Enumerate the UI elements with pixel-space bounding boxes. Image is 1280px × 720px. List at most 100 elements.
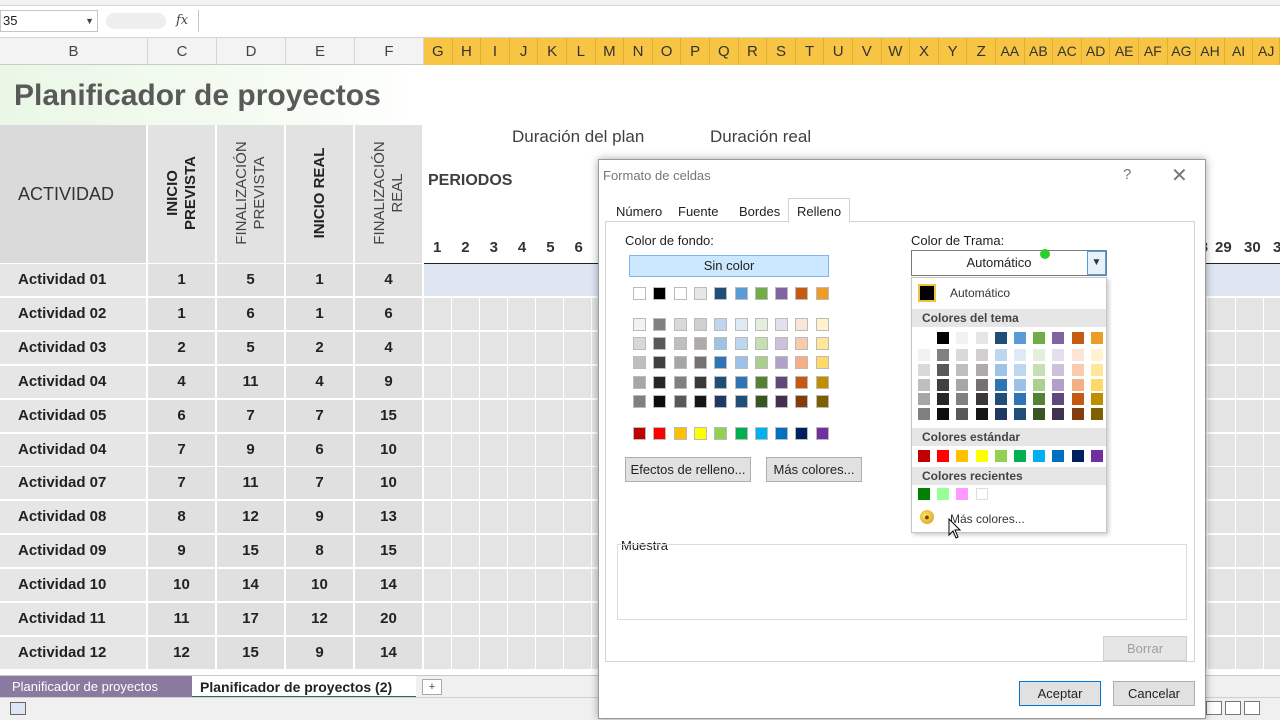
theme-color-swatch[interactable] [1014, 332, 1026, 344]
color-swatch[interactable] [775, 394, 789, 408]
color-swatch[interactable] [815, 318, 829, 331]
color-swatch[interactable] [633, 375, 646, 389]
inicio-real-cell[interactable]: 7 [286, 399, 355, 432]
activity-name-cell[interactable]: Actividad 01 [0, 264, 148, 296]
activity-name-cell[interactable]: Actividad 04 [0, 433, 148, 466]
column-header[interactable]: J [509, 38, 539, 65]
theme-color-swatch[interactable] [1071, 408, 1084, 421]
theme-color-swatch[interactable] [1033, 408, 1046, 421]
theme-color-swatch[interactable] [1052, 408, 1065, 421]
column-header[interactable]: I [481, 38, 510, 65]
color-swatch[interactable] [693, 318, 707, 331]
inicio-real-cell[interactable]: 7 [286, 467, 355, 500]
theme-color-swatch[interactable] [956, 332, 969, 344]
standard-color-swatch[interactable] [937, 450, 950, 462]
theme-color-swatch[interactable] [918, 408, 930, 421]
inicio-prevista-cell[interactable]: 4 [148, 365, 217, 398]
theme-color-swatch[interactable] [975, 378, 988, 391]
color-swatch[interactable] [693, 287, 707, 300]
page-layout-icon[interactable] [1225, 701, 1241, 715]
fin-prevista-cell[interactable]: 6 [217, 297, 286, 330]
inicio-prevista-cell[interactable]: 8 [148, 501, 217, 534]
inicio-real-cell[interactable]: 9 [286, 636, 355, 669]
theme-color-swatch[interactable] [994, 363, 1007, 376]
tab-relleno[interactable]: Relleno [788, 198, 851, 223]
theme-color-swatch[interactable] [918, 332, 930, 344]
color-swatch[interactable] [734, 394, 748, 408]
theme-color-swatch[interactable] [956, 363, 969, 376]
theme-color-swatch[interactable] [975, 349, 988, 361]
theme-color-swatch[interactable] [1090, 408, 1103, 421]
column-header[interactable]: W [881, 38, 911, 65]
automatic-color-option[interactable]: Automático [950, 286, 1010, 300]
color-swatch[interactable] [775, 287, 789, 300]
column-header[interactable]: S [767, 38, 796, 65]
fin-prevista-cell[interactable]: 11 [217, 467, 286, 500]
fin-prevista-cell[interactable]: 14 [217, 569, 286, 602]
color-swatch[interactable] [734, 427, 748, 440]
column-header[interactable]: O [652, 38, 682, 65]
color-swatch[interactable] [714, 394, 728, 408]
fin-real-cell[interactable]: 10 [355, 433, 424, 466]
inicio-prevista-cell[interactable]: 2 [148, 331, 217, 364]
fin-prevista-cell[interactable]: 5 [217, 264, 286, 296]
activity-name-cell[interactable]: Actividad 05 [0, 399, 148, 432]
theme-color-swatch[interactable] [1052, 332, 1065, 344]
color-swatch[interactable] [693, 356, 707, 370]
theme-color-swatch[interactable] [1071, 332, 1084, 344]
theme-color-swatch[interactable] [918, 363, 930, 376]
name-box[interactable]: 35 ▼ [0, 10, 98, 32]
color-swatch[interactable] [714, 287, 728, 300]
color-swatch[interactable] [673, 337, 687, 351]
theme-color-swatch[interactable] [956, 408, 969, 421]
color-swatch[interactable] [795, 427, 809, 440]
activity-name-cell[interactable]: Actividad 08 [0, 501, 148, 534]
standard-color-swatch[interactable] [1071, 450, 1084, 462]
column-header[interactable]: AJ [1253, 38, 1280, 65]
theme-color-swatch[interactable] [1033, 363, 1046, 376]
column-header[interactable]: V [853, 38, 882, 65]
fin-real-cell[interactable]: 14 [355, 636, 424, 669]
column-header[interactable]: T [795, 38, 825, 65]
standard-color-swatch[interactable] [1033, 450, 1046, 462]
column-header[interactable]: Y [938, 38, 968, 65]
fin-prevista-cell[interactable]: 12 [217, 501, 286, 534]
activity-name-cell[interactable]: Actividad 10 [0, 569, 148, 602]
theme-color-swatch[interactable] [1033, 393, 1046, 406]
theme-color-swatch[interactable] [1014, 408, 1026, 421]
column-header[interactable]: D [217, 38, 286, 65]
inicio-real-cell[interactable]: 1 [286, 264, 355, 296]
theme-color-swatch[interactable] [975, 332, 988, 344]
color-swatch[interactable] [795, 318, 809, 331]
inicio-prevista-cell[interactable]: 10 [148, 569, 217, 602]
color-swatch[interactable] [754, 287, 768, 300]
color-swatch[interactable] [754, 356, 768, 370]
color-swatch[interactable] [734, 375, 748, 389]
tab-numero[interactable]: Número [616, 204, 662, 219]
theme-color-swatch[interactable] [1090, 393, 1103, 406]
fin-prevista-cell[interactable]: 15 [217, 636, 286, 669]
inicio-prevista-cell[interactable]: 12 [148, 636, 217, 669]
theme-color-swatch[interactable] [1014, 378, 1026, 391]
color-swatch[interactable] [815, 287, 829, 300]
theme-color-swatch[interactable] [994, 408, 1007, 421]
recent-color-swatch[interactable] [937, 488, 950, 500]
color-swatch[interactable] [734, 287, 748, 300]
inicio-real-cell[interactable]: 2 [286, 331, 355, 364]
inicio-prevista-cell[interactable]: 7 [148, 433, 217, 466]
sin-color-button[interactable]: Sin color [629, 255, 829, 277]
column-header[interactable]: F [355, 38, 424, 65]
ok-button[interactable]: Aceptar [1019, 681, 1101, 706]
fin-prevista-cell[interactable]: 7 [217, 399, 286, 432]
standard-color-swatch[interactable] [1014, 450, 1026, 462]
fin-prevista-cell[interactable]: 11 [217, 365, 286, 398]
theme-color-swatch[interactable] [1052, 378, 1065, 391]
column-header[interactable]: AE [1110, 38, 1139, 65]
activity-name-cell[interactable]: Actividad 02 [0, 297, 148, 330]
color-swatch[interactable] [714, 337, 728, 351]
color-swatch[interactable] [734, 356, 748, 370]
normal-view-icon[interactable] [1206, 701, 1222, 715]
fin-real-cell[interactable]: 15 [355, 535, 424, 568]
automatic-color-swatch[interactable] [918, 284, 936, 302]
standard-color-swatch[interactable] [994, 450, 1007, 462]
